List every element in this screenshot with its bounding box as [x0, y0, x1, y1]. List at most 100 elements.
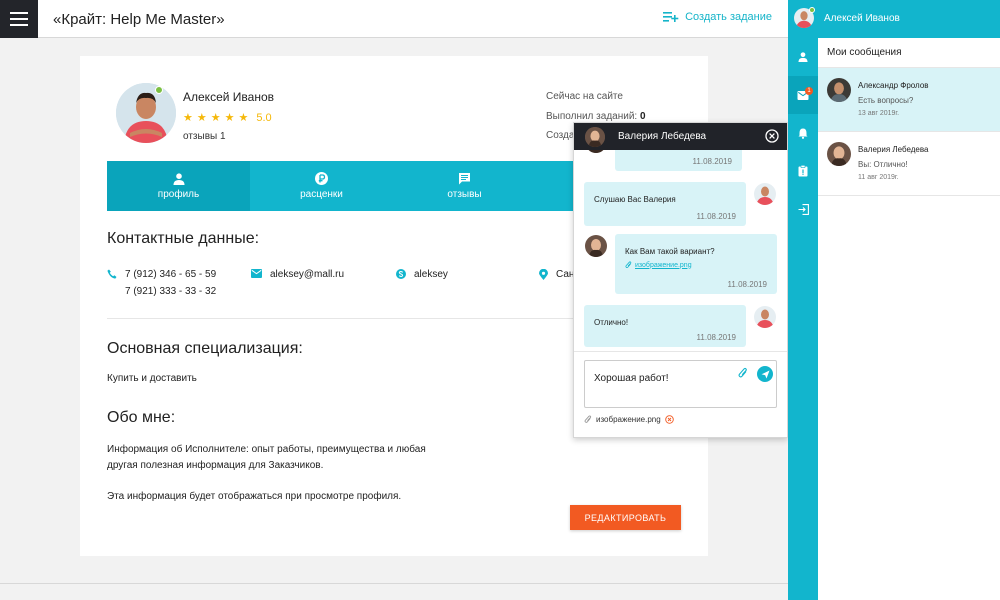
message-text: Отлично!	[594, 318, 629, 327]
phone-icon	[107, 269, 117, 279]
ruble-icon	[315, 172, 328, 185]
avatar	[827, 78, 851, 102]
edit-button[interactable]: РЕДАКТИРОВАТЬ	[570, 505, 681, 530]
conversation-name: Валерия Лебедева	[858, 145, 929, 154]
profile-tabs: профиль расценки отзывы	[107, 161, 605, 211]
chat-window: 11.08.2019 Слушаю Вас Валерия 11.08.2019…	[573, 122, 788, 438]
skype-value: aleksey	[414, 269, 448, 280]
conversation-item[interactable]: Александр Фролов Есть вопросы? 13 авг 20…	[818, 68, 1000, 132]
chat-message-bubble: Слушаю Вас Валерия 11.08.2019	[584, 182, 746, 226]
mail-icon	[251, 269, 262, 278]
create-task-label: Создать задание	[685, 11, 772, 23]
sidebar-nav: 1	[788, 38, 818, 600]
skype-contact: aleksey	[396, 269, 448, 280]
star-icon: ★	[210, 112, 221, 124]
star-icon: ★	[196, 112, 207, 124]
phone-number: 7 (921) 333 - 33 - 32	[125, 286, 217, 297]
rating-value: 5.0	[256, 111, 272, 124]
message-text: Слушаю Вас Валерия	[594, 195, 676, 204]
message-attachment-link[interactable]: изображение.png	[625, 261, 692, 269]
sidebar-header: Алексей Иванов	[788, 0, 1000, 38]
create-task-button[interactable]: Создать задание	[663, 11, 772, 23]
location-contact: Сан	[539, 269, 574, 280]
conversation-date: 13 авг 2019г.	[858, 110, 900, 117]
status-online: Сейчас на сайте	[546, 91, 623, 102]
unread-badge: 1	[805, 87, 813, 95]
contacts-heading: Контактные данные:	[107, 230, 260, 247]
messages-panel-title: Мои сообщения	[827, 47, 902, 58]
phone-number: 7 (912) 346 - 65 - 59	[125, 269, 217, 280]
bell-icon	[798, 128, 808, 139]
paperclip-icon	[738, 367, 747, 378]
message-date: 11.08.2019	[727, 280, 767, 289]
tasks-done: Выполнил заданий: 0	[546, 111, 646, 122]
reviews-link[interactable]: отзывы 1	[183, 131, 226, 142]
conversation-preview: Есть вопросы?	[858, 96, 914, 105]
about-text: Эта информация будет отображаться при пр…	[107, 491, 402, 502]
remove-file-icon[interactable]	[664, 415, 674, 424]
tab-reviews[interactable]: отзывы	[393, 161, 536, 211]
avatar	[585, 126, 605, 147]
email-contact: aleksey@mall.ru	[251, 269, 344, 280]
chat-message-bubble: Как Вам такой вариант? изображение.png 1…	[615, 234, 777, 294]
send-button[interactable]	[757, 366, 773, 382]
created-stat: Созда	[546, 130, 575, 141]
messages-panel: Мои сообщения Александр Фролов Есть вопр…	[818, 38, 1000, 600]
avatar	[754, 306, 776, 328]
hamburger-menu-button[interactable]	[0, 0, 38, 38]
online-indicator	[155, 86, 163, 94]
page-title: «Крайт: Help Me Master»	[53, 11, 225, 28]
sidebar-item-notifications[interactable]	[788, 114, 818, 152]
close-chat-button[interactable]	[765, 129, 779, 143]
phone-contact: 7 (912) 346 - 65 - 59 7 (921) 333 - 33 -…	[107, 269, 216, 297]
online-indicator	[809, 7, 815, 13]
message-date: 11.08.2019	[696, 212, 736, 221]
sidebar-item-logout[interactable]	[788, 190, 818, 228]
sidebar-item-messages[interactable]: 1	[788, 76, 818, 114]
message-text: Как Вам такой вариант?	[625, 247, 715, 256]
star-icon: ★	[224, 112, 235, 124]
tab-label: профиль	[157, 188, 200, 200]
exit-icon	[798, 203, 809, 215]
about-text: Информация об Исполнителе: опыт работы, …	[107, 444, 426, 455]
profile-name: Алексей Иванов	[183, 90, 274, 104]
location-pin-icon	[539, 269, 548, 280]
star-icon: ★	[238, 112, 249, 124]
avatar	[754, 183, 776, 205]
clipboard-icon	[798, 165, 808, 177]
tab-prices[interactable]: расценки	[250, 161, 393, 211]
message-date: 11.08.2019	[692, 157, 732, 166]
skype-icon	[396, 269, 406, 279]
chat-title: Валерия Лебедева	[618, 131, 707, 142]
send-icon	[761, 370, 769, 378]
attach-file-button[interactable]	[738, 367, 748, 379]
about-text: другая полезная информация для Заказчико…	[107, 460, 324, 471]
paperclip-icon	[625, 261, 632, 268]
top-bar: «Крайт: Help Me Master» Создать задание	[0, 0, 788, 38]
avatar	[827, 142, 851, 166]
playlist-add-icon	[663, 12, 679, 22]
tab-label: расценки	[300, 189, 343, 200]
avatar	[116, 83, 176, 143]
comment-icon	[459, 173, 470, 185]
attached-file-name: изображение.png	[596, 415, 661, 424]
conversation-date: 11 авг 2019г.	[858, 174, 899, 181]
attachment-name: изображение.png	[635, 261, 692, 269]
conversation-item[interactable]: Валерия Лебедева Вы: Отлично! 11 авг 201…	[818, 132, 1000, 196]
message-date: 11.08.2019	[696, 333, 736, 342]
tasks-done-value: 0	[639, 111, 646, 122]
email-value: aleksey@mall.ru	[270, 269, 345, 280]
sidebar-item-profile[interactable]	[788, 38, 818, 76]
tasks-done-label: Выполнил заданий:	[546, 111, 638, 122]
close-icon	[765, 129, 779, 143]
sidebar-item-tasks[interactable]	[788, 152, 818, 190]
hamburger-icon	[10, 12, 28, 26]
person-icon	[798, 52, 808, 62]
conversation-name: Александр Фролов	[858, 81, 929, 90]
sidebar-user-name: Алексей Иванов	[824, 13, 900, 24]
tab-profile[interactable]: профиль	[107, 161, 250, 211]
reply-input[interactable]: Хорошая работ!	[584, 360, 777, 408]
specialization-text: Купить и доставить	[107, 373, 197, 384]
avatar	[585, 235, 607, 257]
tab-label: отзывы	[447, 189, 482, 200]
